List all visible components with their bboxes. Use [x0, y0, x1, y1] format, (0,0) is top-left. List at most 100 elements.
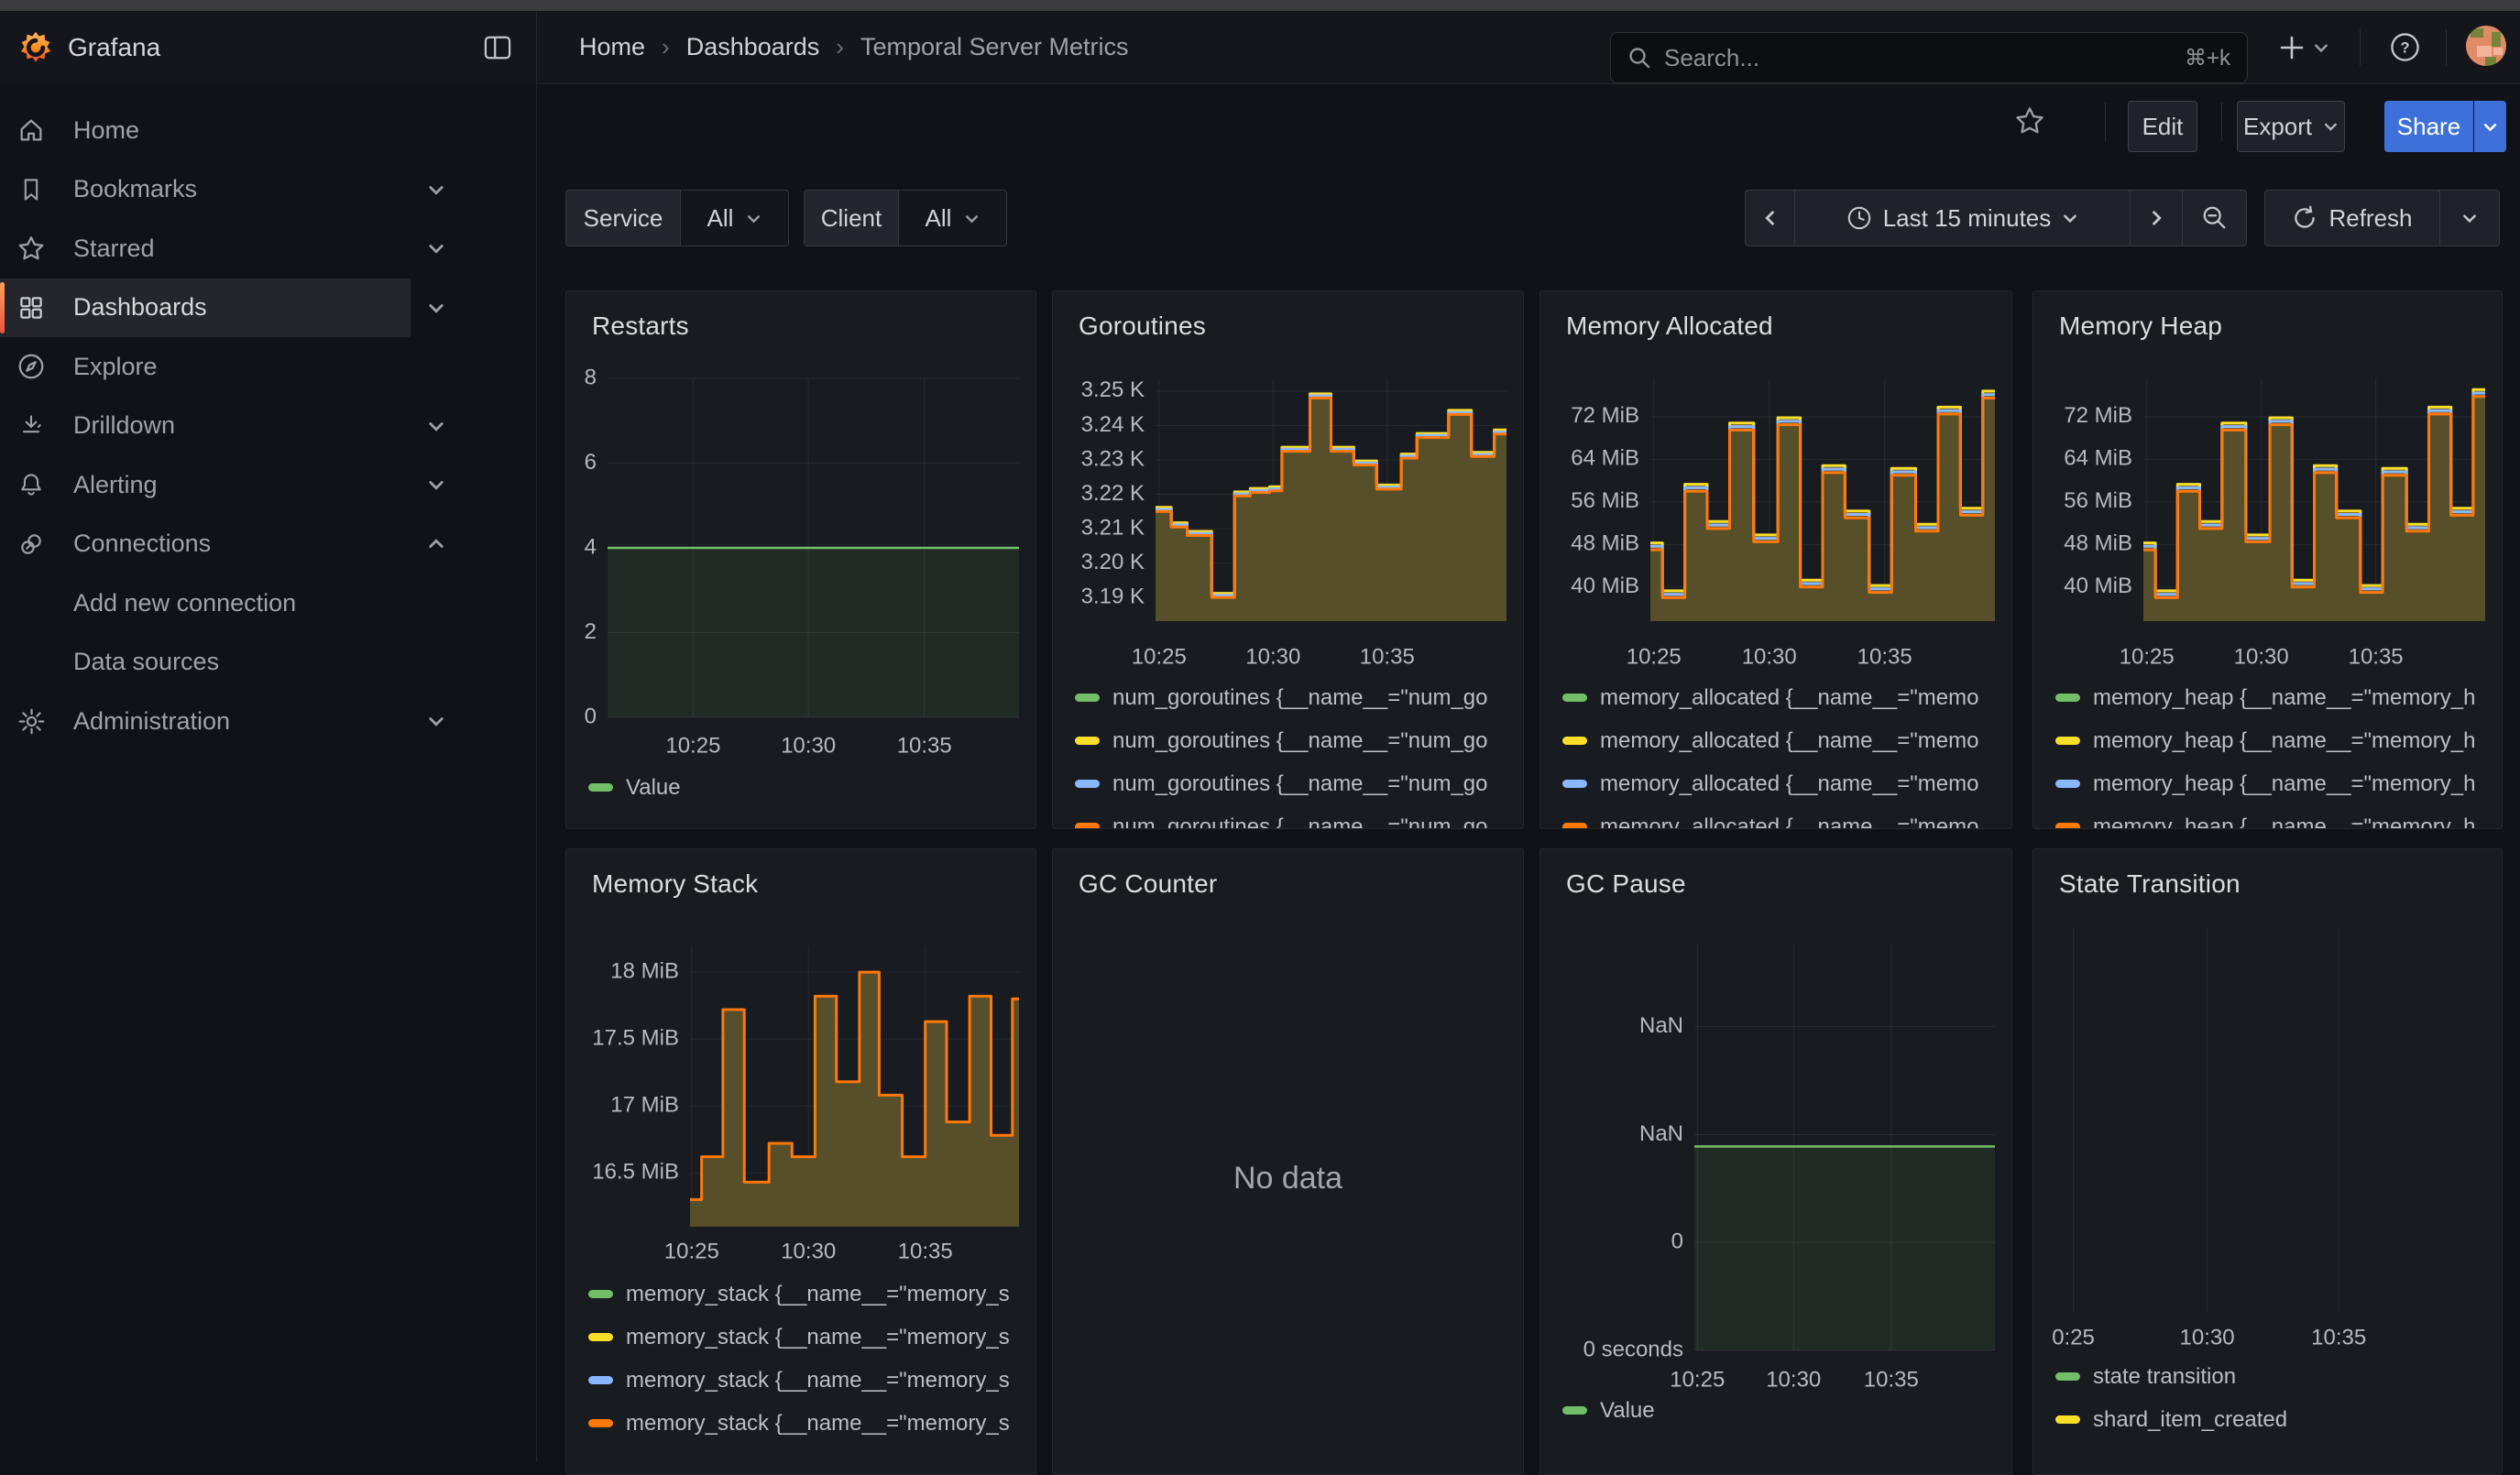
- help-button[interactable]: ?: [2390, 11, 2420, 83]
- sidebar-item-data-sources[interactable]: Data sources: [0, 633, 536, 693]
- legend-item[interactable]: state transition: [2033, 1355, 2502, 1398]
- svg-text:0:25: 0:25: [2052, 1325, 2095, 1349]
- sidebar-item-drilldown[interactable]: Drilldown: [0, 397, 536, 456]
- add-button[interactable]: [2278, 11, 2329, 83]
- sidebar-item-explore[interactable]: Explore: [0, 337, 536, 397]
- search-input[interactable]: Search... ⌘+k: [1610, 32, 2248, 83]
- panel-memory-heap: Memory Heap40 MiB48 MiB56 MiB64 MiB72 Mi…: [2032, 290, 2503, 829]
- legend-marker: [2055, 1415, 2080, 1424]
- legend-item[interactable]: Value: [566, 766, 1035, 809]
- sidebar-item-home[interactable]: Home: [0, 101, 536, 160]
- zoom-out-button[interactable]: [2182, 190, 2247, 246]
- svg-text:18 MiB: 18 MiB: [610, 958, 679, 983]
- chevron-down-icon[interactable]: [427, 475, 445, 494]
- legend-item[interactable]: memory_heap {__name__="memory_h: [2033, 676, 2502, 719]
- legend-item[interactable]: num_goroutines {__name__="num_go: [1053, 719, 1523, 762]
- client-value-dropdown[interactable]: All: [898, 191, 1006, 246]
- chevron-right-icon: [2147, 209, 2165, 227]
- legend-item[interactable]: memory_heap {__name__="memory_h: [2033, 805, 2502, 829]
- svg-text:72 MiB: 72 MiB: [2064, 403, 2132, 428]
- legend-item[interactable]: num_goroutines {__name__="num_go: [1053, 762, 1523, 805]
- svg-text:64 MiB: 64 MiB: [1571, 446, 1639, 471]
- legend-marker: [1562, 823, 1587, 829]
- compass-icon: [16, 351, 47, 382]
- refresh-button[interactable]: Refresh: [2264, 190, 2440, 246]
- chevron-down-icon[interactable]: [427, 712, 445, 730]
- svg-text:6: 6: [585, 450, 597, 475]
- legend-item[interactable]: num_goroutines {__name__="num_go: [1053, 805, 1523, 829]
- chevron-down-icon[interactable]: [427, 239, 445, 257]
- time-range-label: Last 15 minutes: [1883, 204, 2052, 233]
- legend-item[interactable]: memory_allocated {__name__="memo: [1540, 719, 2011, 762]
- window-top-strip: [0, 0, 2520, 11]
- sidebar-item-connections[interactable]: Connections: [0, 515, 536, 574]
- export-button[interactable]: Export: [2237, 101, 2345, 152]
- legend-label: memory_allocated {__name__="memo: [1600, 771, 1978, 797]
- svg-text:17.5 MiB: 17.5 MiB: [592, 1025, 679, 1050]
- svg-text:10:25: 10:25: [664, 1239, 719, 1263]
- service-value-dropdown[interactable]: All: [680, 191, 788, 246]
- sidebar-item-administration[interactable]: Administration: [0, 692, 536, 751]
- sidebar-item-bookmarks[interactable]: Bookmarks: [0, 160, 536, 220]
- legend-item[interactable]: memory_allocated {__name__="memo: [1540, 805, 2011, 829]
- favorite-star-button[interactable]: [2010, 95, 2050, 147]
- sidebar-item-dashboards[interactable]: Dashboards: [0, 279, 536, 338]
- drilldown-icon: [16, 410, 47, 442]
- time-shift-back-button[interactable]: [1745, 190, 1795, 246]
- avatar[interactable]: [2466, 26, 2506, 66]
- chevron-down-icon[interactable]: [427, 299, 445, 317]
- legend-item[interactable]: memory_stack {__name__="memory_s: [566, 1402, 1035, 1445]
- share-dropdown-button[interactable]: [2474, 101, 2506, 152]
- legend-item[interactable]: Value: [1540, 1389, 2011, 1432]
- search-icon: [1627, 46, 1651, 70]
- legend-item[interactable]: memory_heap {__name__="memory_h: [2033, 719, 2502, 762]
- svg-text:?: ?: [2400, 39, 2409, 56]
- svg-text:3.20 K: 3.20 K: [1081, 550, 1145, 574]
- legend-marker: [1562, 737, 1587, 745]
- chevron-down-icon[interactable]: [427, 180, 445, 199]
- legend-item[interactable]: memory_allocated {__name__="memo: [1540, 676, 2011, 719]
- time-range-picker[interactable]: Last 15 minutes: [1794, 190, 2131, 246]
- breadcrumb-home[interactable]: Home: [579, 33, 645, 61]
- legend-label: memory_allocated {__name__="memo: [1600, 728, 1978, 754]
- client-variable[interactable]: Client All: [804, 190, 1007, 246]
- panel-memory-stack: Memory Stack16.5 MiB17 MiB17.5 MiB18 MiB…: [565, 848, 1036, 1475]
- edit-button[interactable]: Edit: [2128, 101, 2197, 152]
- time-shift-forward-button[interactable]: [2130, 190, 2183, 246]
- legend-marker: [1075, 780, 1100, 788]
- sidebar-item-alerting[interactable]: Alerting: [0, 455, 536, 515]
- sidebar-toggle-icon[interactable]: [484, 35, 511, 60]
- sidebar-item-add-new-connection[interactable]: Add new connection: [0, 574, 536, 633]
- svg-text:10:30: 10:30: [781, 733, 836, 758]
- legend-item[interactable]: memory_heap {__name__="memory_h: [2033, 762, 2502, 805]
- breadcrumb-dashboards[interactable]: Dashboards: [686, 33, 820, 61]
- legend-label: num_goroutines {__name__="num_go: [1112, 771, 1488, 797]
- chevron-up-icon[interactable]: [427, 535, 445, 553]
- refresh-interval-dropdown[interactable]: [2439, 190, 2500, 246]
- legend-item[interactable]: memory_stack {__name__="memory_s: [566, 1316, 1035, 1359]
- legend-item[interactable]: memory_stack {__name__="memory_s: [566, 1359, 1035, 1402]
- svg-text:3.21 K: 3.21 K: [1081, 515, 1145, 540]
- panel-title[interactable]: GC Counter: [1079, 869, 1217, 899]
- service-variable[interactable]: Service All: [565, 190, 789, 246]
- legend-item[interactable]: memory_allocated {__name__="memo: [1540, 762, 2011, 805]
- svg-text:64 MiB: 64 MiB: [2064, 446, 2132, 471]
- panel-state-transition: State Transition0:2510:3010:35state tran…: [2032, 848, 2503, 1475]
- legend: num_goroutines {__name__="num_gonum_goro…: [1053, 676, 1523, 829]
- legend-label: memory_heap {__name__="memory_h: [2093, 728, 2475, 754]
- svg-text:8: 8: [585, 365, 597, 389]
- client-value: All: [926, 204, 952, 233]
- legend-item[interactable]: num_goroutines {__name__="num_go: [1053, 676, 1523, 719]
- top-nav: Grafana Home › Dashboards › Temporal Ser…: [0, 11, 2520, 84]
- legend-item[interactable]: shard_item_created: [2033, 1398, 2502, 1441]
- sidebar-item-starred[interactable]: Starred: [0, 219, 536, 279]
- legend-label: state transition: [2093, 1364, 2236, 1390]
- chevron-down-icon[interactable]: [427, 417, 445, 435]
- svg-text:10:30: 10:30: [1742, 644, 1797, 669]
- svg-text:3.25 K: 3.25 K: [1081, 377, 1145, 402]
- grid-icon: [16, 292, 47, 323]
- legend-item[interactable]: memory_stack {__name__="memory_s: [566, 1273, 1035, 1316]
- svg-text:48 MiB: 48 MiB: [1571, 531, 1639, 556]
- share-button[interactable]: Share: [2384, 101, 2473, 152]
- grafana-logo-icon[interactable]: [18, 30, 53, 65]
